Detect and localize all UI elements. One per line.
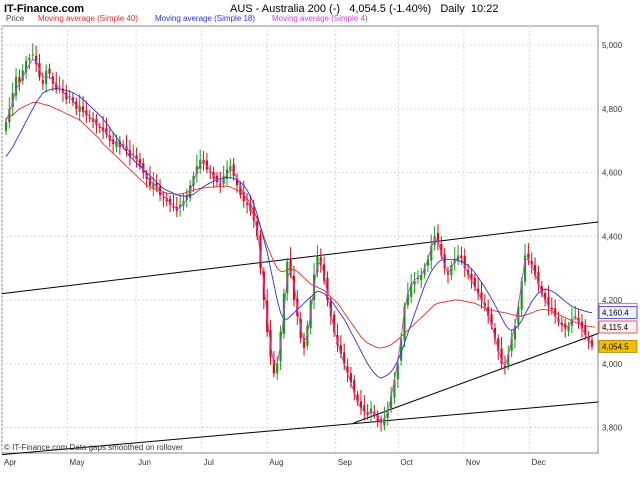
period-label: Daily — [440, 3, 465, 15]
candle-body — [564, 323, 567, 329]
x-tick-label: Aug — [269, 458, 283, 467]
y-tick-label: 3,800 — [602, 424, 623, 433]
legend-ma40: Moving average (Simple 40) — [38, 14, 139, 23]
y-tick-label: 4,800 — [602, 105, 623, 114]
candle-body — [48, 68, 51, 74]
x-tick-label: Jun — [138, 458, 151, 467]
candle-body — [276, 363, 279, 374]
y-tick-label: 4,000 — [602, 360, 623, 369]
ma40-price-tag: 4,115.4 — [602, 323, 629, 332]
footer-note: © IT-Finance.com Data gaps smoothed on r… — [4, 443, 183, 452]
last-price-tag: 4,054.5 — [602, 342, 629, 351]
y-tick-label: 4,600 — [602, 169, 623, 178]
x-tick-label: Dec — [531, 458, 545, 467]
legend-ma4: Moving average (Simple 4) — [272, 14, 368, 23]
legend-price: Price — [6, 14, 25, 23]
time-label: 10:22 — [470, 3, 499, 15]
plot-area — [1, 25, 599, 454]
candle-body — [41, 80, 44, 84]
legend-ma18: Moving average (Simple 18) — [155, 14, 256, 23]
ma18-price-tag: 4,160.4 — [602, 309, 629, 318]
y-tick-label: 4,400 — [602, 232, 623, 241]
price-chart: 3,8004,0004,2004,4004,6004,8005,000Apr Ma… — [1, 25, 638, 467]
candle-body — [162, 197, 165, 199]
x-tick-label: Apr — [4, 458, 17, 467]
x-tick-label: Oct — [400, 458, 413, 467]
x-tick-label: Nov — [466, 458, 480, 467]
candle-body — [369, 408, 373, 414]
x-tick-label: Jul — [204, 458, 214, 467]
y-tick-label: 5,000 — [602, 41, 623, 50]
candle-body — [28, 57, 31, 61]
candle-body — [219, 183, 222, 186]
candle-body — [527, 253, 530, 259]
candle-body — [4, 121, 8, 132]
x-tick-label: Sep — [338, 458, 353, 467]
candle-body — [31, 54, 34, 56]
x-tick-label: May — [70, 458, 85, 467]
